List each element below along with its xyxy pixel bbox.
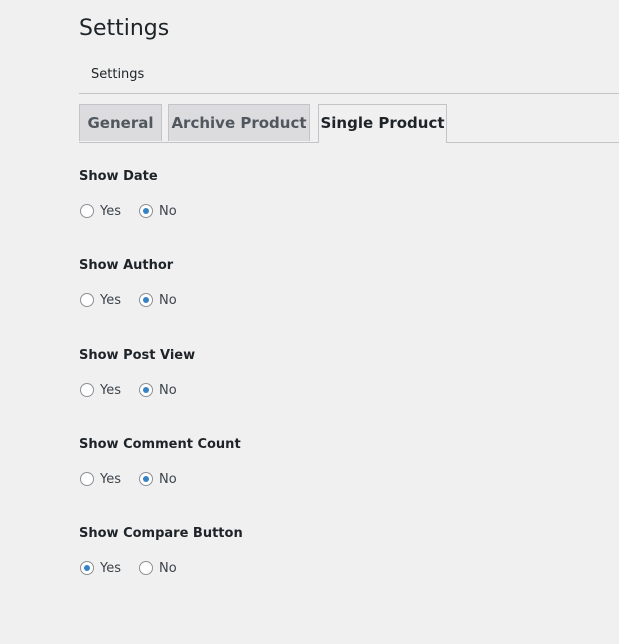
radio-group: Yes No — [79, 202, 579, 220]
field-label: Show Date — [79, 169, 158, 184]
radio-group: Yes No — [79, 559, 579, 577]
radio-label: Yes — [100, 471, 121, 487]
field-show-compare-button: Show Compare Button Yes No — [79, 525, 579, 577]
field-show-date: Show Date Yes No — [79, 168, 579, 220]
radio-button[interactable] — [80, 293, 94, 307]
radio-button-checked[interactable] — [139, 204, 153, 218]
radio-group: Yes No — [79, 381, 579, 399]
radio-option-no[interactable]: No — [139, 470, 177, 488]
radio-option-yes[interactable]: Yes — [80, 559, 121, 577]
field-show-comment-count: Show Comment Count Yes No — [79, 436, 579, 488]
settings-subnav: Settings — [79, 62, 619, 94]
radio-button-checked[interactable] — [80, 561, 94, 575]
subnav-item-settings[interactable]: Settings — [91, 67, 144, 82]
radio-label: No — [159, 292, 177, 308]
radio-button-checked[interactable] — [139, 293, 153, 307]
radio-label: No — [159, 471, 177, 487]
tab-archive-product[interactable]: Archive Product — [168, 104, 310, 141]
radio-option-yes[interactable]: Yes — [80, 470, 121, 488]
field-show-post-view: Show Post View Yes No — [79, 347, 579, 399]
radio-button-checked[interactable] — [139, 383, 153, 397]
page-title: Settings — [79, 16, 170, 41]
radio-button[interactable] — [80, 472, 94, 486]
field-label: Show Author — [79, 258, 174, 273]
radio-option-no[interactable]: No — [139, 202, 177, 220]
radio-option-yes[interactable]: Yes — [80, 381, 121, 399]
field-label: Show Comment Count — [79, 437, 241, 452]
radio-button[interactable] — [80, 204, 94, 218]
settings-tabs: General Archive Product Single Product — [79, 104, 619, 143]
field-show-author: Show Author Yes No — [79, 257, 579, 309]
radio-group: Yes No — [79, 470, 579, 488]
radio-button[interactable] — [80, 383, 94, 397]
radio-label: Yes — [100, 560, 121, 576]
radio-label: Yes — [100, 292, 121, 308]
radio-label: No — [159, 382, 177, 398]
field-label: Show Post View — [79, 348, 196, 363]
radio-label: No — [159, 560, 177, 576]
radio-option-yes[interactable]: Yes — [80, 291, 121, 309]
radio-label: Yes — [100, 382, 121, 398]
radio-button-checked[interactable] — [139, 472, 153, 486]
tab-general[interactable]: General — [79, 104, 162, 141]
radio-option-no[interactable]: No — [139, 559, 177, 577]
field-label: Show Compare Button — [79, 526, 243, 541]
radio-label: Yes — [100, 203, 121, 219]
radio-button[interactable] — [139, 561, 153, 575]
radio-option-no[interactable]: No — [139, 291, 177, 309]
radio-label: No — [159, 203, 177, 219]
radio-option-no[interactable]: No — [139, 381, 177, 399]
radio-option-yes[interactable]: Yes — [80, 202, 121, 220]
radio-group: Yes No — [79, 291, 579, 309]
tab-single-product[interactable]: Single Product — [318, 104, 447, 143]
